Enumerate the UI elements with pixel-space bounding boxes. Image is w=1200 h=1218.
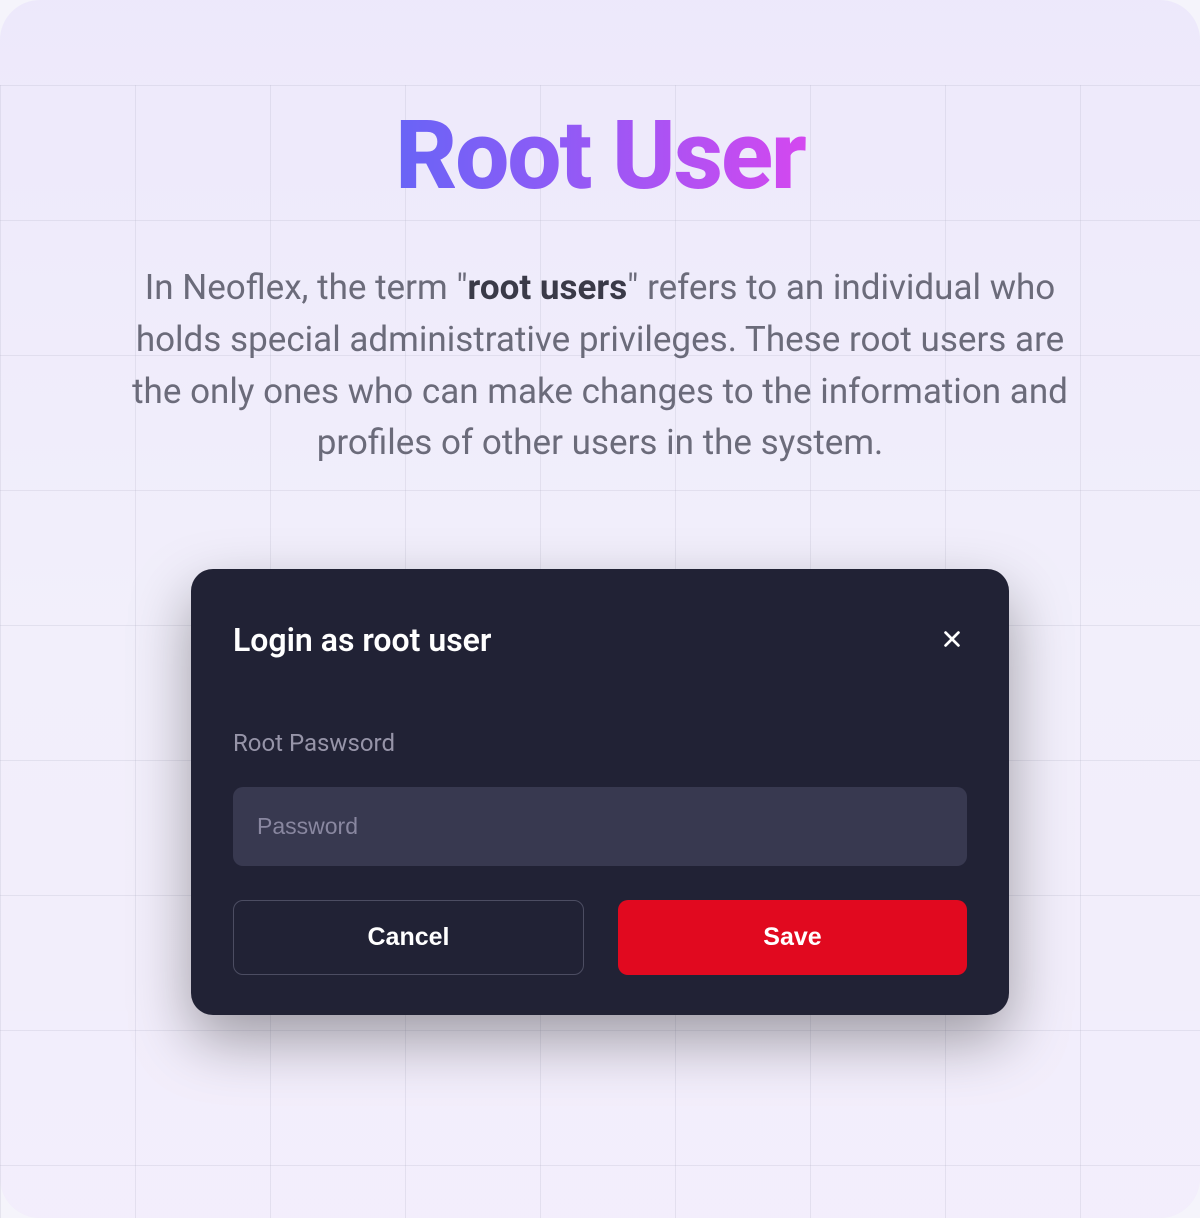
password-label: Root Paswsord — [233, 729, 967, 757]
modal-title: Login as root user — [233, 621, 491, 659]
button-row: Cancel Save — [233, 900, 967, 975]
description-prefix: In Neoflex, the term " — [145, 267, 468, 308]
page-description: In Neoflex, the term "root users" refers… — [120, 262, 1080, 469]
save-button[interactable]: Save — [618, 900, 967, 975]
password-input[interactable] — [233, 787, 967, 866]
content-area: Root User In Neoflex, the term "root use… — [0, 100, 1200, 1015]
description-bold: root users — [468, 267, 628, 308]
page-container: Root User In Neoflex, the term "root use… — [0, 0, 1200, 1218]
login-modal: Login as root user Root Paswsord Cancel — [191, 569, 1009, 1015]
modal-header: Login as root user — [233, 621, 967, 659]
cancel-button[interactable]: Cancel — [233, 900, 584, 975]
page-title: Root User — [40, 100, 1160, 212]
close-button[interactable] — [937, 624, 967, 657]
close-icon — [941, 628, 963, 653]
